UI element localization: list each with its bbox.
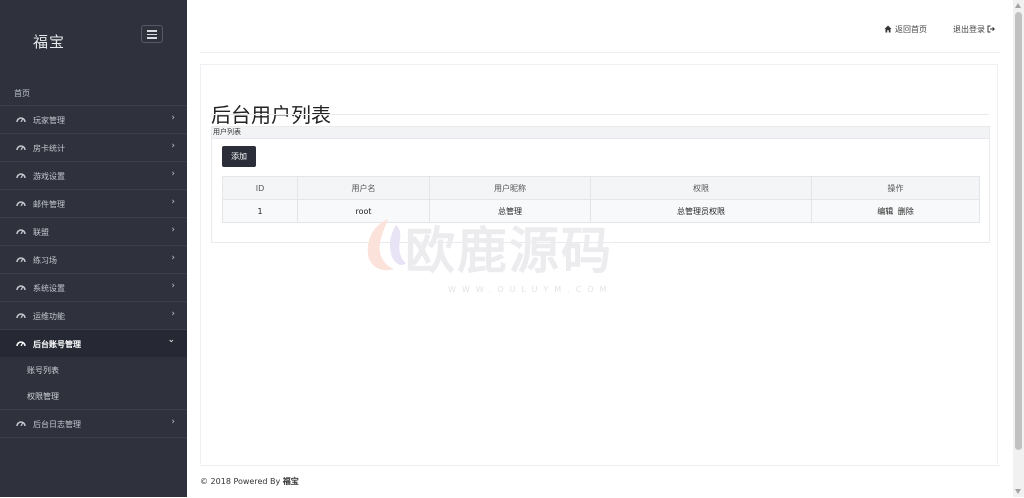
chevron-right-icon: › [171, 253, 175, 263]
sidebar-item-ops[interactable]: 运维功能 › [0, 301, 187, 329]
main-content: 后台用户列表 用户列表 添加 ID 用户名 用户昵称 权限 操作 1 root … [200, 64, 998, 464]
dashboard-icon [16, 285, 26, 290]
panel-title: 用户列表 [212, 127, 989, 139]
dashboard-icon [16, 313, 26, 318]
page-scrollbar[interactable] [1013, 0, 1024, 497]
sidebar-item-label: 练习场 [33, 256, 57, 265]
cell-permission: 总管理员权限 [590, 199, 812, 223]
brand-logo-text: 福宝 [33, 33, 66, 51]
sidebar-item-player-management[interactable]: 玩家管理 › [0, 105, 187, 133]
sidebar-item-system-settings[interactable]: 系统设置 › [0, 273, 187, 301]
chevron-right-icon: › [171, 197, 175, 207]
cell-nickname: 总管理 [429, 199, 591, 223]
sidebar-item-game-settings[interactable]: 游戏设置 › [0, 161, 187, 189]
edit-link[interactable]: 编辑 [877, 207, 893, 216]
chevron-right-icon: › [171, 141, 175, 151]
cell-actions: 编辑 删除 [811, 199, 980, 223]
sidebar-subitem-account-list[interactable]: 账号列表 [0, 357, 187, 383]
user-table: ID 用户名 用户昵称 权限 操作 1 root 总管理 总管理员权限 编辑 删… [222, 176, 980, 223]
sidebar-subitem-label: 账号列表 [27, 366, 59, 375]
chevron-right-icon: › [171, 281, 175, 291]
sidebar-item-admin-accounts[interactable]: 后台账号管理 ⌄ [0, 329, 187, 357]
title-divider [211, 114, 989, 115]
sidebar-nav: 玩家管理 › 房卡统计 › 游戏设置 › 邮件管理 › 联盟 › 练习场 › 系… [0, 105, 187, 438]
logout-link-label: 退出登录 [953, 25, 985, 34]
sidebar-item-alliance[interactable]: 联盟 › [0, 217, 187, 245]
sidebar-item-room-card-stats[interactable]: 房卡统计 › [0, 133, 187, 161]
sidebar: 福宝 首页 玩家管理 › 房卡统计 › 游戏设置 › 邮件管理 › 联盟 › 练… [0, 0, 187, 497]
home-link[interactable]: 返回首页 [884, 24, 927, 35]
column-header-permission: 权限 [590, 176, 812, 200]
add-user-button[interactable]: 添加 [222, 146, 256, 167]
sidebar-subitem-label: 权限管理 [27, 392, 59, 401]
scroll-down-arrow-icon[interactable] [1015, 489, 1021, 494]
table-header-row: ID 用户名 用户昵称 权限 操作 [222, 176, 980, 200]
home-link-label: 返回首页 [895, 25, 927, 34]
chevron-right-icon: › [171, 225, 175, 235]
sidebar-item-label: 后台账号管理 [33, 340, 81, 349]
chevron-down-icon: ⌄ [167, 335, 175, 345]
column-header-nickname: 用户昵称 [429, 176, 591, 200]
footer-prefix: © 2018 Powered By [200, 477, 283, 486]
chevron-right-icon: › [171, 417, 175, 427]
top-bar: 返回首页 退出登录 [200, 0, 1000, 53]
user-list-panel: 用户列表 添加 ID 用户名 用户昵称 权限 操作 1 root 总管理 总管理… [211, 126, 990, 243]
sidebar-item-label: 邮件管理 [33, 200, 65, 209]
sidebar-item-label: 联盟 [33, 228, 49, 237]
table-row: 1 root 总管理 总管理员权限 编辑 删除 [222, 199, 980, 223]
sidebar-item-label: 游戏设置 [33, 172, 65, 181]
cell-id: 1 [222, 199, 298, 223]
footer: © 2018 Powered By 福宝 [200, 465, 1000, 498]
delete-link[interactable]: 删除 [898, 207, 914, 216]
home-icon [884, 25, 892, 33]
sidebar-item-label: 后台日志管理 [33, 420, 81, 429]
footer-text: © 2018 Powered By 福宝 [200, 476, 299, 487]
sidebar-home-link[interactable]: 首页 [14, 88, 30, 99]
dashboard-icon [16, 201, 26, 206]
sidebar-item-label: 玩家管理 [33, 116, 65, 125]
footer-brand: 福宝 [282, 477, 299, 486]
sidebar-subitem-permissions[interactable]: 权限管理 [0, 383, 187, 409]
column-header-id: ID [222, 176, 298, 200]
column-header-actions: 操作 [811, 176, 980, 200]
dashboard-icon [16, 257, 26, 262]
sidebar-item-label: 运维功能 [33, 312, 65, 321]
sidebar-item-admin-logs[interactable]: 后台日志管理 › [0, 409, 187, 437]
sidebar-item-practice[interactable]: 练习场 › [0, 245, 187, 273]
menu-toggle-button[interactable] [141, 25, 163, 43]
cell-username: root [297, 199, 430, 223]
chevron-right-icon: › [171, 113, 175, 123]
dashboard-icon [16, 421, 26, 426]
dashboard-icon [16, 117, 26, 122]
sidebar-item-label: 系统设置 [33, 284, 65, 293]
chevron-right-icon: › [171, 169, 175, 179]
sidebar-item-label: 房卡统计 [33, 144, 65, 153]
logout-link[interactable]: 退出登录 [953, 24, 995, 35]
sidebar-item-mail-management[interactable]: 邮件管理 › [0, 189, 187, 217]
dashboard-icon [16, 145, 26, 150]
dashboard-icon [16, 173, 26, 178]
scroll-up-arrow-icon[interactable] [1015, 3, 1021, 8]
dashboard-icon [16, 341, 26, 346]
column-header-username: 用户名 [297, 176, 430, 200]
logout-icon [987, 25, 995, 33]
dashboard-icon [16, 229, 26, 234]
chevron-right-icon: › [171, 309, 175, 319]
scrollbar-thumb[interactable] [1015, 12, 1022, 450]
